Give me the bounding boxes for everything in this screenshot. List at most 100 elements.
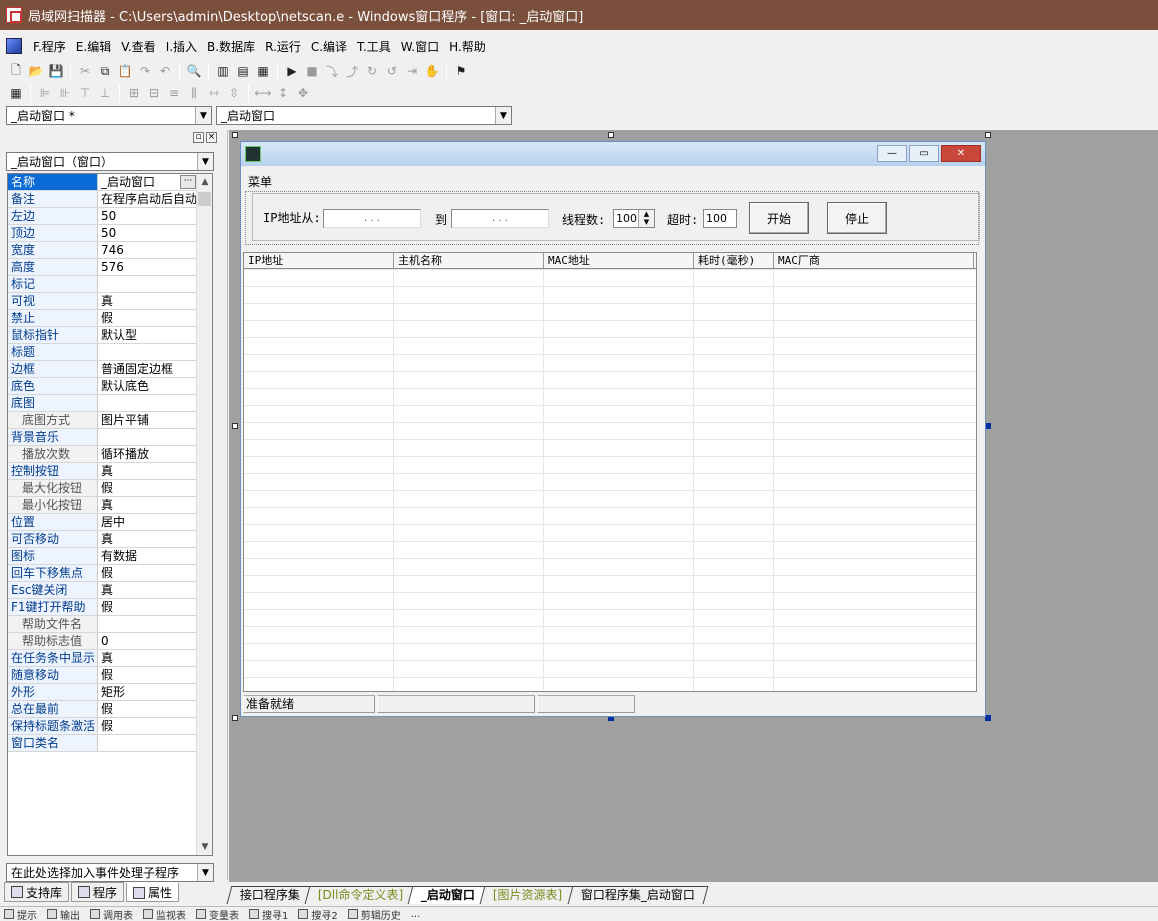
step1-icon[interactable]: ⤵	[322, 61, 342, 81]
spin-arrows-icon[interactable]: ▲ ▼	[638, 210, 654, 227]
bottom-tab[interactable]: 剪辑历史	[347, 907, 401, 921]
menu-run[interactable]: R.运行	[260, 38, 306, 55]
align-top-icon[interactable]: ⊤	[75, 83, 95, 103]
property-value[interactable]: 50	[98, 225, 196, 241]
property-row[interactable]: Esc键关闭真	[8, 582, 196, 599]
redo-icon[interactable]: ↷	[135, 61, 155, 81]
tab-interface-module[interactable]: 接口程序集	[226, 886, 314, 904]
property-row[interactable]: 随意移动假	[8, 667, 196, 684]
property-row[interactable]: 标记	[8, 276, 196, 293]
property-row[interactable]: F1键打开帮助假	[8, 599, 196, 616]
layout1-icon[interactable]: ▥	[213, 61, 233, 81]
align-bottom-icon[interactable]: ⊥	[95, 83, 115, 103]
property-row[interactable]: 底图	[8, 395, 196, 412]
property-row[interactable]: 帮助标志值 0	[8, 633, 196, 650]
menu-compile[interactable]: C.编译	[306, 38, 352, 55]
results-list[interactable]: IP地址 主机名称 MAC地址 耗时(毫秒) MAC厂商	[243, 252, 977, 692]
property-row[interactable]: 在任务条中显示真	[8, 650, 196, 667]
property-value[interactable]: 真	[98, 293, 196, 309]
property-value[interactable]: 假	[98, 667, 196, 683]
resize-handle[interactable]	[232, 423, 238, 429]
property-value[interactable]	[98, 344, 196, 360]
column-ip[interactable]: IP地址	[244, 253, 394, 268]
property-row[interactable]: 可视真	[8, 293, 196, 310]
chevron-down-icon[interactable]: ▼	[197, 864, 213, 881]
tab-window-module[interactable]: 窗口程序集_启动窗口	[567, 886, 709, 904]
hand-icon[interactable]: ✋	[422, 61, 442, 81]
property-row[interactable]: 播放次数 循环播放	[8, 446, 196, 463]
property-row[interactable]: 图标 有数据	[8, 548, 196, 565]
property-value[interactable]: 假	[98, 701, 196, 717]
timeout-input[interactable]: 100	[703, 209, 737, 228]
panel-restore-icon[interactable]: ▫	[193, 132, 204, 143]
property-value[interactable]: 假	[98, 718, 196, 734]
form-menu[interactable]: 菜单	[248, 173, 272, 190]
object-select[interactable]: _启动窗口（窗口） ▼	[6, 152, 214, 171]
tab-support-library[interactable]: 支持库	[4, 882, 70, 902]
tab-startup-window[interactable]: _启动窗口	[407, 886, 489, 904]
size-v-icon[interactable]: ↕	[273, 83, 293, 103]
property-value[interactable]: 真	[98, 463, 196, 479]
same-width-icon[interactable]: ≡	[164, 83, 184, 103]
property-row[interactable]: 备注 在程序启动后自动	[8, 191, 196, 208]
same-height-icon[interactable]: ⫼	[184, 83, 204, 103]
column-time[interactable]: 耗时(毫秒)	[694, 253, 774, 268]
property-value[interactable]: 默认底色	[98, 378, 196, 394]
resize-handle[interactable]	[985, 132, 991, 138]
property-row[interactable]: 控制按钮真	[8, 463, 196, 480]
property-value[interactable]	[98, 395, 196, 411]
resize-handle[interactable]	[608, 132, 614, 138]
open-folder-icon[interactable]: 📂	[26, 61, 46, 81]
panel-close-icon[interactable]: ×	[206, 132, 217, 143]
property-value[interactable]: 真	[98, 582, 196, 598]
step5-icon[interactable]: ⇥	[402, 61, 422, 81]
property-row[interactable]: 窗口类名	[8, 735, 196, 752]
cut-icon[interactable]: ✂	[75, 61, 95, 81]
ellipsis-button[interactable]: ···	[180, 175, 196, 189]
property-value[interactable]: 普通固定边框	[98, 361, 196, 377]
maximize-icon[interactable]: ▭	[909, 145, 939, 162]
resize-handle[interactable]	[232, 715, 238, 721]
window-select[interactable]: _启动窗口 ▼	[216, 106, 512, 125]
grid-icon[interactable]: ▦	[6, 83, 26, 103]
chevron-down-icon[interactable]: ▼	[495, 107, 511, 124]
property-value[interactable]: 假	[98, 480, 196, 496]
menu-window[interactable]: W.窗口	[396, 38, 444, 55]
property-value[interactable]: 图片平铺	[98, 412, 196, 428]
property-row[interactable]: 禁止假	[8, 310, 196, 327]
column-mac[interactable]: MAC地址	[544, 253, 694, 268]
stop-icon[interactable]: ■	[302, 61, 322, 81]
property-row[interactable]: 鼠标指针 默认型	[8, 327, 196, 344]
property-value[interactable]: 在程序启动后自动	[98, 191, 196, 207]
center-h-icon[interactable]: ⊞	[124, 83, 144, 103]
scroll-down-icon[interactable]: ▼	[197, 839, 212, 855]
run-icon[interactable]: ▶	[282, 61, 302, 81]
property-value[interactable]	[98, 616, 196, 632]
scroll-up-icon[interactable]: ▲	[197, 174, 212, 190]
column-vendor[interactable]: MAC厂商	[774, 253, 974, 268]
property-value[interactable]: 居中	[98, 514, 196, 530]
bottom-tab[interactable]: 提示	[4, 907, 37, 921]
stop-button[interactable]: 停止	[827, 202, 887, 234]
bottom-tab[interactable]: ...	[411, 909, 421, 920]
property-row[interactable]: 外形 矩形	[8, 684, 196, 701]
document-icon[interactable]	[6, 38, 22, 54]
layout3-icon[interactable]: ▦	[253, 61, 273, 81]
chevron-down-icon[interactable]: ▼	[197, 153, 213, 170]
bottom-tab[interactable]: 调用表	[90, 907, 133, 921]
property-row[interactable]: 标题	[8, 344, 196, 361]
property-row[interactable]: 底图方式 图片平铺	[8, 412, 196, 429]
form-window[interactable]: — ▭ ✕ 菜单 IP地址从: . . . 到 . . . 线程数: 100 ▲…	[240, 141, 986, 717]
size-h-icon[interactable]: ⟷	[253, 83, 273, 103]
property-row[interactable]: 左边 50	[8, 208, 196, 225]
property-row[interactable]: 最大化按钮假	[8, 480, 196, 497]
property-value[interactable]: 矩形	[98, 684, 196, 700]
menu-database[interactable]: B.数据库	[202, 38, 260, 55]
property-row[interactable]: 边框 普通固定边框	[8, 361, 196, 378]
menu-edit[interactable]: E.编辑	[71, 38, 116, 55]
align-left-icon[interactable]: ⊫	[35, 83, 55, 103]
property-value[interactable]: 576	[98, 259, 196, 275]
property-row[interactable]: 顶边 50	[8, 225, 196, 242]
property-row[interactable]: 位置 居中	[8, 514, 196, 531]
copy-icon[interactable]: ⧉	[95, 61, 115, 81]
